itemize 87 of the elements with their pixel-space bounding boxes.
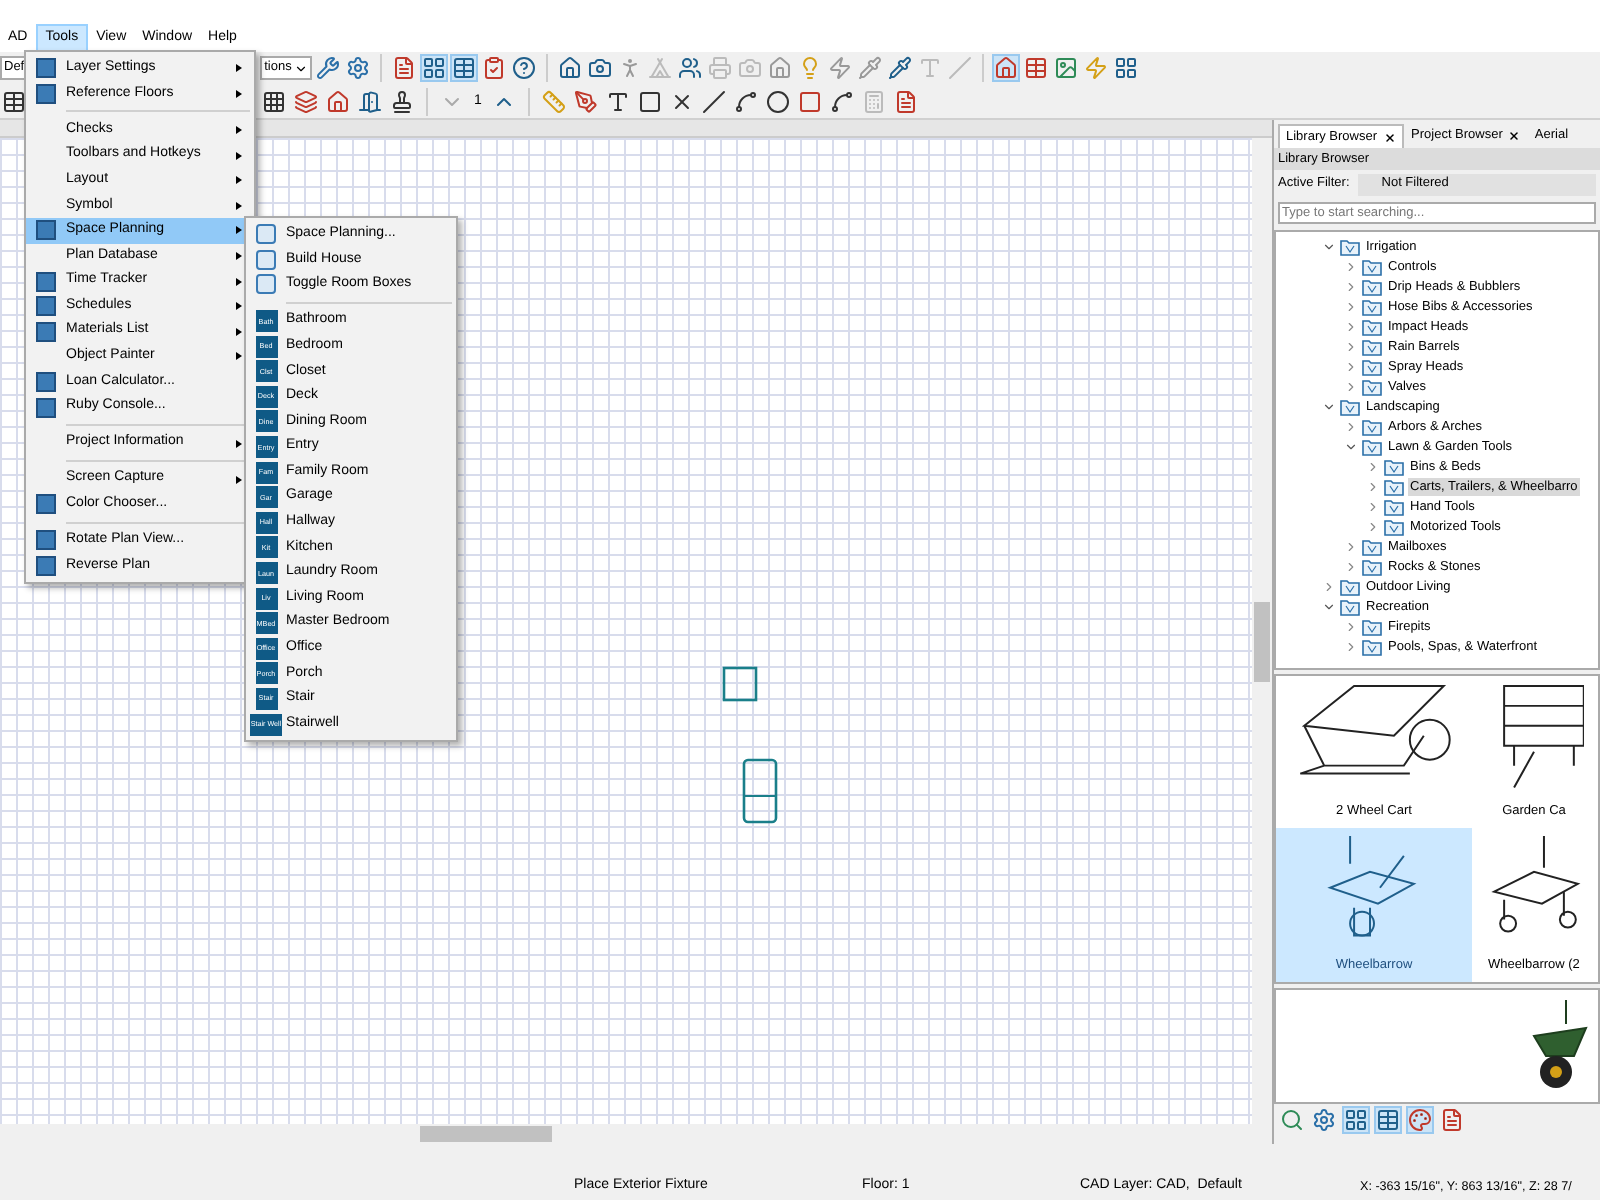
table-icon[interactable] — [1374, 1105, 1402, 1133]
folder-icon — [1384, 518, 1404, 536]
document-icon[interactable] — [1438, 1105, 1466, 1133]
close-icon[interactable] — [1383, 131, 1396, 143]
folder-icon — [1340, 238, 1360, 256]
folder-icon — [1384, 498, 1404, 516]
house-icon[interactable] — [991, 54, 1020, 83]
horizontal-scrollbar[interactable] — [0, 1124, 1272, 1144]
house-icon[interactable] — [324, 87, 352, 116]
image-icon[interactable] — [1051, 54, 1080, 83]
menu-icon — [36, 220, 56, 241]
close-icon[interactable] — [1508, 130, 1521, 142]
pen-icon[interactable] — [571, 87, 600, 116]
menu-icon — [36, 494, 56, 515]
menu-icon — [36, 58, 56, 79]
table-icon[interactable] — [0, 87, 28, 116]
folder-icon — [1340, 598, 1360, 616]
submenu-arrow-icon — [236, 89, 242, 98]
command-icon — [256, 274, 276, 295]
folder-icon — [1362, 558, 1382, 576]
door-icon[interactable] — [356, 87, 384, 116]
menu-icon — [36, 271, 56, 292]
menu-icon — [36, 530, 56, 551]
wrench-icon[interactable] — [313, 54, 342, 83]
grid-icon[interactable] — [1342, 1105, 1370, 1133]
vertical-scrollbar[interactable] — [1252, 138, 1272, 1124]
folder-icon — [1362, 418, 1382, 436]
layers-icon[interactable] — [292, 87, 320, 116]
stamp-icon[interactable] — [388, 87, 416, 116]
menu-icon — [36, 397, 56, 418]
submenu-arrow-icon — [236, 151, 242, 160]
menu-icon — [36, 555, 56, 576]
expand-toggle[interactable] — [1320, 599, 1336, 615]
settings-icon[interactable] — [1310, 1105, 1338, 1133]
expand-toggle[interactable] — [1320, 239, 1336, 255]
folder-icon — [1362, 318, 1382, 336]
folder-icon — [1362, 378, 1382, 396]
submenu-arrow-icon — [236, 125, 242, 134]
folder-icon — [1362, 358, 1382, 376]
type-icon[interactable] — [603, 87, 632, 116]
caret-icon — [293, 61, 308, 76]
arc-icon[interactable] — [731, 87, 760, 116]
submenu-arrow-icon — [236, 201, 242, 210]
settings-icon[interactable] — [343, 54, 372, 83]
menu-icon — [36, 321, 56, 342]
folder-icon — [1362, 438, 1382, 456]
fixture-symbol-icon — [742, 758, 778, 824]
table-icon[interactable] — [449, 54, 478, 83]
expand-toggle[interactable] — [1342, 439, 1358, 455]
document-icon[interactable] — [891, 87, 920, 116]
grid-icon[interactable] — [260, 87, 288, 116]
command-icon — [256, 224, 276, 245]
folder-icon — [1384, 458, 1404, 476]
folder-icon — [1362, 278, 1382, 296]
folder-icon — [1362, 538, 1382, 556]
menu-icon — [36, 296, 56, 317]
folder-icon — [1340, 398, 1360, 416]
document-icon[interactable] — [389, 54, 418, 83]
menu-icon — [36, 83, 56, 104]
house-icon[interactable] — [555, 54, 584, 83]
camera-icon[interactable] — [585, 54, 614, 83]
clipboard-icon[interactable] — [479, 54, 508, 83]
grid-icon[interactable] — [419, 54, 448, 83]
submenu-arrow-icon — [236, 176, 242, 185]
search-icon[interactable] — [1278, 1105, 1306, 1133]
folder-icon — [1362, 638, 1382, 656]
folder-icon — [1362, 258, 1382, 276]
folder-icon — [1362, 298, 1382, 316]
expand-toggle[interactable] — [1320, 399, 1336, 415]
folder-icon — [1384, 478, 1404, 496]
command-icon — [256, 249, 276, 270]
palette-icon[interactable] — [1406, 1105, 1434, 1133]
fixture-symbol-icon — [722, 666, 758, 702]
folder-icon — [1362, 338, 1382, 356]
submenu-arrow-icon — [236, 64, 242, 73]
menu-icon — [36, 371, 56, 392]
folder-icon — [1340, 578, 1360, 596]
people-icon[interactable] — [675, 54, 704, 83]
folder-icon — [1362, 618, 1382, 636]
help-icon[interactable] — [509, 54, 538, 83]
square-icon[interactable] — [795, 87, 824, 116]
curve-icon[interactable] — [827, 87, 856, 116]
pipette-icon[interactable] — [885, 54, 914, 83]
line-icon[interactable] — [699, 87, 728, 116]
square-icon[interactable] — [635, 87, 664, 116]
circle-icon[interactable] — [763, 87, 792, 116]
grid-icon[interactable] — [1111, 54, 1140, 83]
